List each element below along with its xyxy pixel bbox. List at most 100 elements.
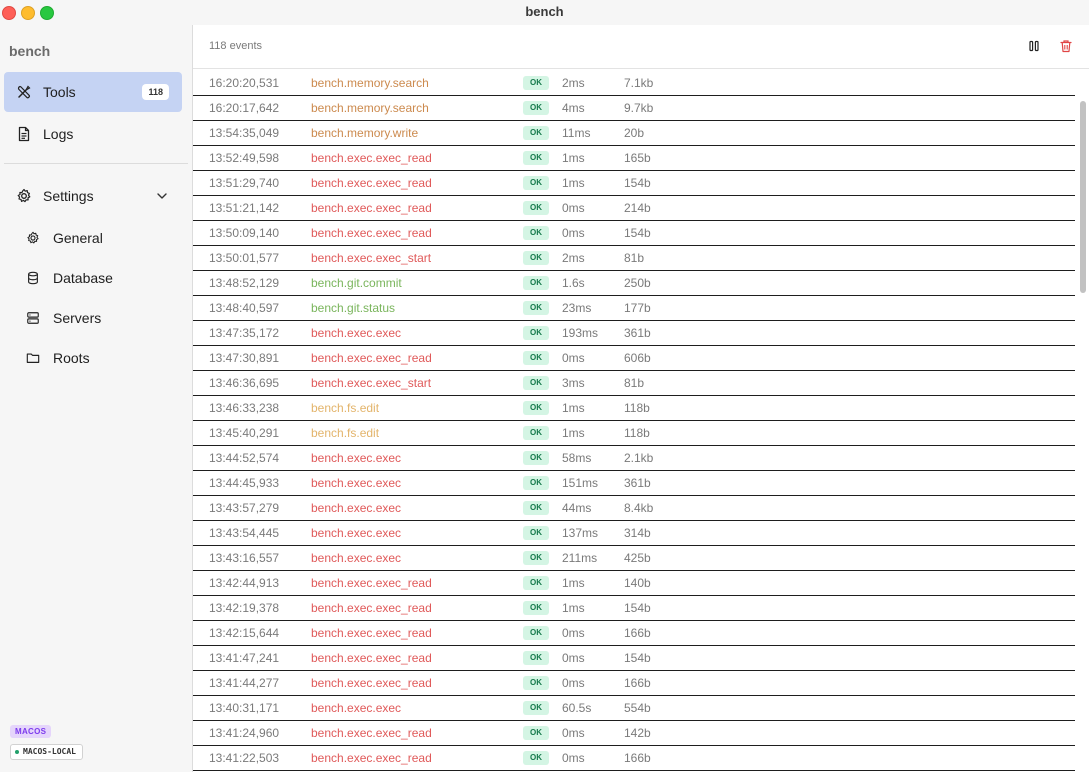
event-size: 361b [624, 326, 651, 340]
event-timestamp: 13:42:44,913 [209, 576, 280, 590]
event-row[interactable]: 16:20:17,642 bench.memory.search OK 4ms 9.7k… [193, 96, 1075, 121]
event-row[interactable]: 13:43:54,445 bench.exec.exec OK 137ms 314b [193, 521, 1075, 546]
event-tool-name: bench.exec.exec_read [311, 151, 432, 165]
sidebar-item-roots[interactable]: Roots [14, 340, 182, 376]
event-row[interactable]: 13:41:47,241 bench.exec.exec_read OK 0ms 154… [193, 646, 1075, 671]
event-timestamp: 13:42:19,378 [209, 601, 280, 615]
sidebar-item-general[interactable]: General [14, 220, 182, 256]
event-tool-name: bench.exec.exec_start [311, 251, 432, 265]
event-row[interactable]: 13:46:36,695 bench.exec.exec_start OK 3ms 81… [193, 371, 1075, 396]
event-timestamp: 13:47:30,891 [209, 351, 280, 365]
event-tool-name: bench.exec.exec_read [311, 226, 432, 240]
event-tool-name: bench.exec.exec [311, 326, 402, 340]
event-duration: 2ms [562, 76, 585, 90]
event-row[interactable]: 13:48:40,597 bench.git.status OK 23ms 177b [193, 296, 1075, 321]
event-size: 142b [624, 726, 651, 740]
sidebar-item-label: Roots [53, 350, 90, 366]
event-timestamp: 13:41:22,503 [209, 751, 280, 765]
event-tool-name: bench.exec.exec_read [311, 576, 432, 590]
event-size: 81b [624, 376, 645, 390]
event-timestamp: 13:50:09,140 [209, 226, 280, 240]
sidebar-item-settings[interactable]: Settings [4, 176, 182, 216]
event-row[interactable]: 13:52:49,598 bench.exec.exec_read OK 1ms 165… [193, 146, 1075, 171]
event-duration: 2ms [562, 251, 585, 265]
event-row[interactable]: 13:47:30,891 bench.exec.exec_read OK 0ms 606… [193, 346, 1075, 371]
event-tool-name: bench.git.status [311, 301, 396, 315]
gear-icon [17, 188, 31, 203]
event-duration: 60.5s [562, 701, 592, 715]
status-badge: OK [523, 526, 549, 540]
event-tool-name: bench.exec.exec_read [311, 676, 432, 690]
chevron-down-icon [157, 193, 167, 199]
event-row[interactable]: 13:50:01,577 bench.exec.exec_start OK 2ms 81… [193, 246, 1075, 271]
status-badge: OK [523, 301, 549, 315]
event-duration: 44ms [562, 501, 592, 515]
event-timestamp: 13:43:16,557 [209, 551, 280, 565]
event-row[interactable]: 13:50:09,140 bench.exec.exec_read OK 0ms 154… [193, 221, 1075, 246]
event-timestamp: 13:46:36,695 [209, 376, 280, 390]
event-timestamp: 13:41:47,241 [209, 651, 280, 665]
event-row[interactable]: 13:44:45,933 bench.exec.exec OK 151ms 361b [193, 471, 1075, 496]
status-badge: OK [523, 651, 549, 665]
event-tool-name: bench.exec.exec [311, 701, 402, 715]
event-row[interactable]: 13:51:29,740 bench.exec.exec_read OK 1ms 154… [193, 171, 1075, 196]
folder-icon [26, 353, 40, 363]
event-size: 425b [624, 551, 651, 565]
sidebar-item-database[interactable]: Database [14, 260, 182, 296]
event-tool-name: bench.memory.search [311, 76, 429, 90]
sidebar-item-logs[interactable]: Logs [4, 114, 182, 154]
event-timestamp: 16:20:17,642 [209, 101, 280, 115]
event-row[interactable]: 13:41:22,503 bench.exec.exec_read OK 0ms 166… [193, 746, 1075, 771]
status-badge: OK [523, 276, 549, 290]
event-size: 118b [624, 426, 650, 440]
event-row[interactable]: 13:42:44,913 bench.exec.exec_read OK 1ms 140… [193, 571, 1075, 596]
event-row[interactable]: 13:51:21,142 bench.exec.exec_read OK 0ms 214… [193, 196, 1075, 221]
event-tool-name: bench.git.commit [311, 276, 402, 290]
status-badge: OK [523, 601, 549, 615]
event-row[interactable]: 13:45:40,291 bench.fs.edit OK 1ms 118b [193, 421, 1075, 446]
event-row[interactable]: 13:41:24,960 bench.exec.exec_read OK 0ms 142… [193, 721, 1075, 746]
trash-icon[interactable] [1059, 39, 1073, 53]
event-timestamp: 13:51:21,142 [209, 201, 280, 215]
sidebar-item-servers[interactable]: Servers [14, 300, 182, 336]
event-row[interactable]: 13:42:15,644 bench.exec.exec_read OK 0ms 166… [193, 621, 1075, 646]
status-badge: OK [523, 226, 549, 240]
event-timestamp: 13:42:15,644 [209, 626, 280, 640]
event-row[interactable]: 13:43:57,279 bench.exec.exec OK 44ms 8.4kb [193, 496, 1075, 521]
event-size: 154b [624, 176, 651, 190]
status-badge: OK [523, 426, 549, 440]
event-size: 2.1kb [624, 451, 654, 465]
event-row[interactable]: 13:42:19,378 bench.exec.exec_read OK 1ms 154… [193, 596, 1075, 621]
status-badge: OK [523, 76, 549, 90]
event-tool-name: bench.exec.exec [311, 501, 402, 515]
status-badge: OK [523, 351, 549, 365]
sidebar-item-label: Database [53, 270, 113, 286]
event-duration: 11ms [562, 126, 591, 140]
event-row[interactable]: 13:47:35,172 bench.exec.exec OK 193ms 361b [193, 321, 1075, 346]
event-row[interactable]: 13:40:31,171 bench.exec.exec OK 60.5s 554b [193, 696, 1075, 721]
event-duration: 0ms [562, 676, 585, 690]
event-tool-name: bench.memory.search [311, 101, 429, 115]
event-row[interactable]: 13:41:44,277 bench.exec.exec_read OK 0ms 166… [193, 671, 1075, 696]
event-duration: 23ms [562, 301, 592, 315]
event-row[interactable]: 16:20:20,531 bench.memory.search OK 2ms 7.1k… [193, 71, 1075, 96]
event-size: 214b [624, 201, 651, 215]
event-size: 140b [624, 576, 651, 590]
event-row[interactable]: 13:43:16,557 bench.exec.exec OK 211ms 425b [193, 546, 1075, 571]
status-badge: OK [523, 726, 549, 740]
event-row[interactable]: 13:46:33,238 bench.fs.edit OK 1ms 118b [193, 396, 1075, 421]
event-size: 9.7kb [624, 101, 654, 115]
status-badge: OK [523, 576, 549, 590]
sidebar-item-label: General [53, 230, 103, 246]
event-duration: 0ms [562, 651, 585, 665]
event-size: 7.1kb [624, 76, 654, 90]
event-row[interactable]: 13:54:35,049 bench.memory.write OK 11ms 20b [193, 121, 1075, 146]
event-row[interactable]: 13:48:52,129 bench.git.commit OK 1.6s 250b [193, 271, 1075, 296]
sidebar-item-tools[interactable]: Tools 118 [4, 72, 182, 112]
event-tool-name: bench.exec.exec_read [311, 626, 432, 640]
event-duration: 0ms [562, 626, 585, 640]
scrollbar-thumb[interactable] [1080, 101, 1086, 293]
event-row[interactable]: 13:44:52,574 bench.exec.exec OK 58ms 2.1kb [193, 446, 1075, 471]
pause-icon[interactable] [1027, 39, 1041, 53]
event-size: 606b [624, 351, 651, 365]
